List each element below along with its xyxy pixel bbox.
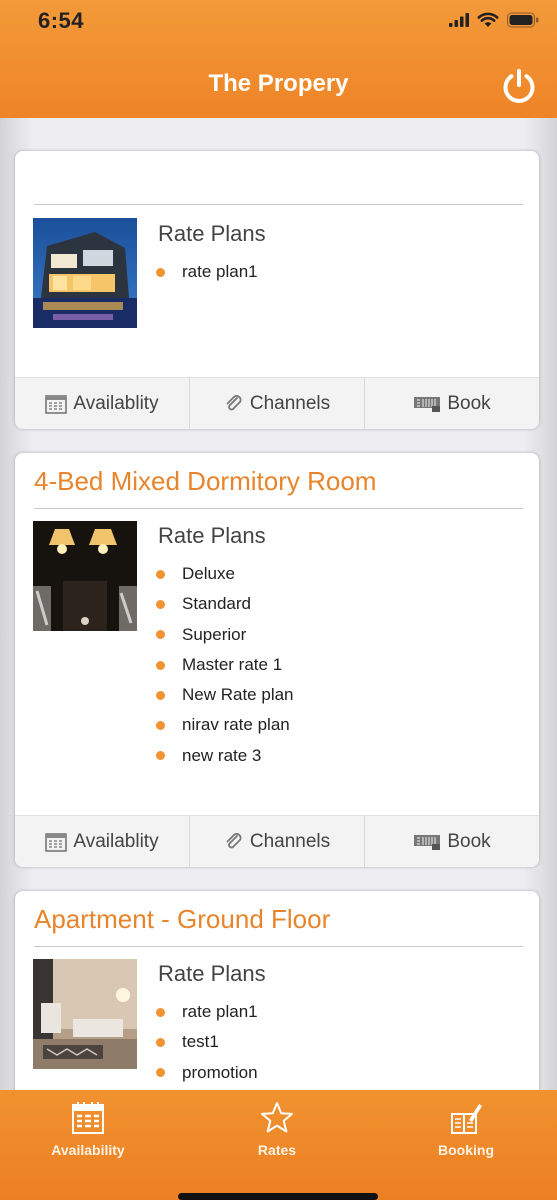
bullet-icon xyxy=(156,267,165,277)
book-button[interactable]: Book xyxy=(364,378,539,429)
book-label: Book xyxy=(447,393,491,414)
room-title: Apartment - Ground Floor xyxy=(34,904,331,934)
navigation-bar: 6:54 The Propery xyxy=(0,0,557,118)
rate-plan-item[interactable]: Superior xyxy=(154,620,294,650)
rate-plans-heading: Rate Plans xyxy=(158,523,266,548)
rate-plan-item[interactable]: rate plan1 xyxy=(154,997,258,1027)
rate-plan-item[interactable]: New Rate plan xyxy=(154,680,294,710)
building-photo xyxy=(33,218,137,328)
rate-plan-label: Master rate 1 xyxy=(182,654,283,674)
channels-label: Channels xyxy=(249,393,331,414)
book-label: Book xyxy=(447,831,491,852)
lamps-photo xyxy=(33,521,137,631)
bullet-icon xyxy=(156,721,165,731)
availability-button[interactable]: Availablity xyxy=(15,816,189,867)
bullet-icon xyxy=(156,599,165,609)
rate-plans-heading: Rate Plans xyxy=(158,221,266,246)
bullet-icon xyxy=(156,1068,165,1078)
status-icons xyxy=(449,10,539,30)
rate-plan-item[interactable]: Master rate 1 xyxy=(154,650,294,680)
bullet-icon xyxy=(156,630,165,640)
tab-label: Booking xyxy=(438,1142,494,1158)
room-list[interactable]: Rate Plans rate plan1 Availablity Channe… xyxy=(0,118,557,1090)
card-actions: Availablity Channels Book xyxy=(15,815,539,867)
paperclip-icon xyxy=(226,833,242,849)
signal-icon xyxy=(449,13,469,27)
card-actions: Availablity Channels Book xyxy=(15,377,539,429)
calendar-icon xyxy=(45,395,68,414)
rate-plan-label: nirav rate plan xyxy=(182,715,290,735)
star-icon xyxy=(261,1102,293,1133)
divider xyxy=(34,508,523,509)
page-title: The Propery xyxy=(208,70,349,97)
rate-plan-item[interactable]: test1 xyxy=(154,1027,258,1057)
channels-button[interactable]: Channels xyxy=(189,816,364,867)
rate-plan-label: promotion xyxy=(182,1062,258,1082)
availability-label: Availablity xyxy=(73,393,159,414)
rate-plan-label: Deluxe xyxy=(182,564,235,583)
tab-booking[interactable]: Booking xyxy=(396,1100,536,1158)
book-pen-icon xyxy=(451,1104,482,1134)
room-card: Rate Plans rate plan1 Availablity Channe… xyxy=(15,151,539,429)
rate-plan-item[interactable]: nirav rate plan xyxy=(154,710,294,740)
rate-plan-label: New Rate plan xyxy=(182,685,294,705)
ticket-icon xyxy=(414,835,441,850)
divider xyxy=(34,946,523,947)
divider xyxy=(34,204,523,205)
availability-button[interactable]: Availablity xyxy=(15,378,189,429)
rate-plan-label: Superior xyxy=(182,624,247,644)
calendar-icon xyxy=(45,833,68,852)
bullet-icon xyxy=(156,660,165,670)
living-room-photo xyxy=(33,959,137,1069)
rate-plan-list: rate plan1 xyxy=(154,257,258,287)
battery-icon xyxy=(507,12,539,28)
rate-plans-heading: Rate Plans xyxy=(158,961,266,986)
tab-bar: Availability Rates Booking xyxy=(0,1090,557,1200)
rate-plan-item[interactable]: promotion xyxy=(154,1058,258,1088)
bullet-icon xyxy=(156,1007,165,1017)
rate-plan-list: Deluxe Standard Superior Master rate 1 N… xyxy=(154,559,294,771)
rate-plan-list: rate plan1 test1 promotion xyxy=(154,997,258,1088)
tab-label: Rates xyxy=(257,1142,297,1158)
book-button[interactable]: Book xyxy=(364,816,539,867)
home-indicator[interactable] xyxy=(178,1193,378,1200)
rate-plan-label: test1 xyxy=(182,1032,219,1052)
bullet-icon xyxy=(156,1037,165,1047)
paperclip-icon xyxy=(226,395,242,411)
calendar-icon xyxy=(72,1102,104,1134)
room-card: 4-Bed Mixed Dormitory Room Rate Plans De… xyxy=(15,453,539,867)
bullet-icon xyxy=(156,690,165,700)
rate-plan-label: new rate 3 xyxy=(182,745,262,765)
tab-rates[interactable]: Rates xyxy=(207,1100,347,1158)
room-card: Apartment - Ground Floor Rate Plans rate… xyxy=(15,891,539,1090)
power-icon[interactable] xyxy=(500,67,538,105)
status-time: 6:54 xyxy=(38,8,85,33)
bullet-icon xyxy=(156,569,165,579)
channels-label: Channels xyxy=(249,831,331,852)
rate-plan-label: Standard xyxy=(182,594,251,614)
wifi-icon xyxy=(477,12,499,27)
tab-label: Availability xyxy=(51,1142,125,1158)
rate-plan-item[interactable]: new rate 3 xyxy=(154,741,294,771)
room-title: 4-Bed Mixed Dormitory Room xyxy=(34,466,377,496)
rate-plan-item[interactable]: Standard xyxy=(154,589,294,619)
bullet-icon xyxy=(156,751,165,761)
rate-plan-item[interactable]: rate plan1 xyxy=(154,257,258,287)
channels-button[interactable]: Channels xyxy=(189,378,364,429)
ticket-icon xyxy=(414,397,441,412)
rate-plan-item[interactable]: Deluxe xyxy=(154,559,294,589)
tab-availability[interactable]: Availability xyxy=(18,1100,158,1158)
rate-plan-label: rate plan1 xyxy=(182,262,258,281)
availability-label: Availablity xyxy=(73,831,159,852)
rate-plan-label: rate plan1 xyxy=(182,1002,258,1021)
